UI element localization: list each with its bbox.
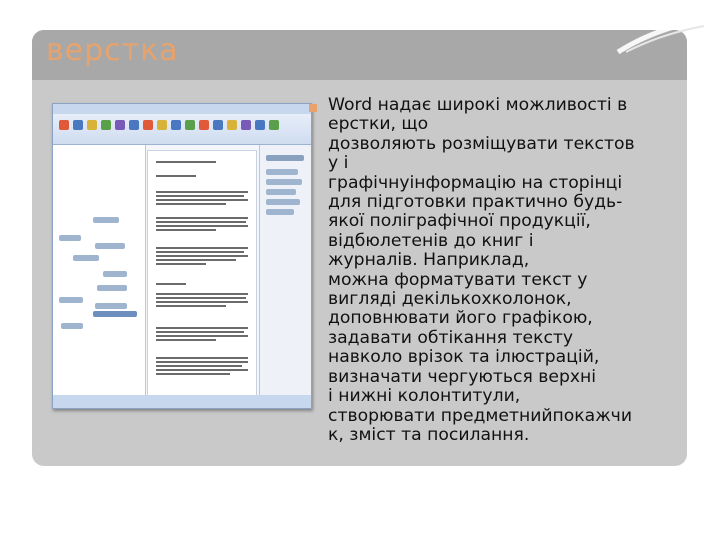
body-line: вигляді декількохколонок, — [328, 289, 572, 310]
body-line: у і — [328, 153, 349, 174]
body-line: задавати обтікання тексту — [328, 327, 574, 348]
body-line: для підготовки практично будь- — [328, 192, 623, 213]
body-line: визначати чергуються верхні — [328, 366, 597, 387]
body-line: Word надає широкі можливості в — [328, 95, 628, 115]
body-line: дозволяють розміщувати текстов — [328, 133, 635, 154]
body-line: і нижні колонтитули, — [328, 386, 521, 407]
body-line: якої поліграфічної продукції, — [328, 211, 591, 232]
body-line: створювати предметнийпокажчи — [328, 405, 633, 426]
body-line: ерстки, що — [328, 114, 429, 135]
body-line: журналів. Наприклад, — [328, 250, 530, 271]
styles-pane — [259, 145, 311, 395]
corner-swoosh-decoration — [616, 18, 705, 54]
body-line: графічнуінформацію на сторінці — [328, 172, 623, 193]
square-bullet-icon — [309, 104, 317, 112]
body-line: можна форматувати текст у — [328, 269, 588, 290]
word-screenshot-image — [52, 103, 312, 409]
body-text: Word надає широкі можливості в ерстки, що… — [328, 95, 680, 445]
slide-title: верстка — [46, 33, 179, 68]
body-line: відбюлетенів до книг і — [328, 230, 534, 251]
body-line: навколо врізок та ілюстрацій, — [328, 347, 600, 368]
ribbon-toolbar — [53, 114, 311, 145]
status-bar — [53, 395, 311, 408]
window-titlebar — [53, 104, 311, 114]
body-line: доповнювати його графікою, — [328, 308, 593, 329]
document-page — [147, 150, 257, 397]
navigation-pane — [53, 145, 146, 395]
body-line: к, зміст та посилання. — [328, 424, 530, 445]
